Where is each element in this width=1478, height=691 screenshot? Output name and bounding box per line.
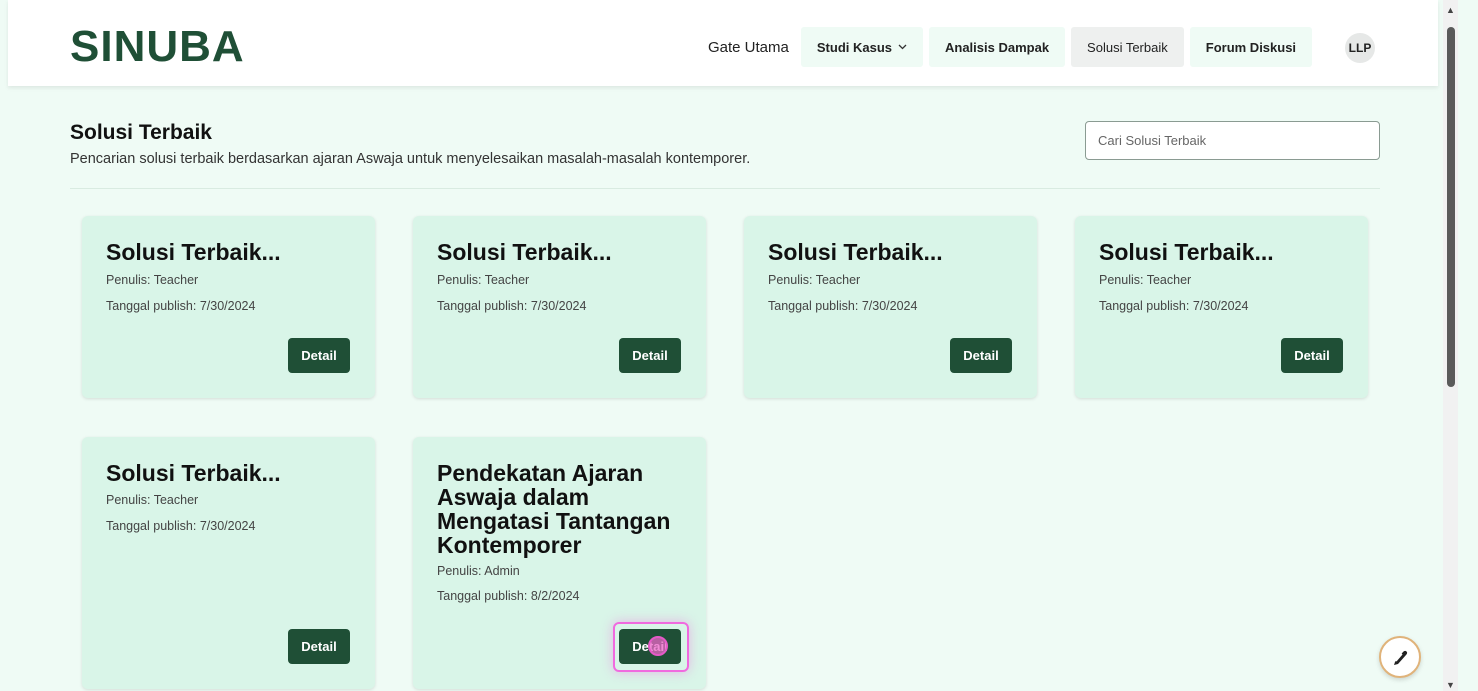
detail-button[interactable]: Detail xyxy=(288,629,350,664)
card-title[interactable]: Solusi Terbaik... xyxy=(106,461,356,486)
card-author: Penulis: Teacher xyxy=(768,273,861,287)
card-author: Penulis: Admin xyxy=(437,564,520,578)
scroll-up-arrow-icon[interactable]: ▲ xyxy=(1444,4,1457,16)
card-date: Tanggal publish: 7/30/2024 xyxy=(437,299,587,313)
card-author: Penulis: Teacher xyxy=(106,493,199,507)
detail-button[interactable]: Detail xyxy=(1281,338,1343,373)
card-title[interactable]: Solusi Terbaik... xyxy=(437,240,687,265)
top-navbar: SINUBA Gate Utama Studi Kasus Analisis D… xyxy=(8,0,1438,86)
card-title[interactable]: Solusi Terbaik... xyxy=(1099,240,1349,265)
header-divider xyxy=(70,188,1380,189)
solution-card: Solusi Terbaik... Penulis: Teacher Tangg… xyxy=(82,437,375,689)
main-nav: Gate Utama Studi Kasus Analisis Dampak S… xyxy=(708,27,1313,67)
search-input[interactable] xyxy=(1085,121,1380,160)
scrollbar-thumb[interactable] xyxy=(1447,27,1455,387)
pen-icon xyxy=(1394,650,1408,665)
page-subtitle: Pencarian solusi terbaik berdasarkan aja… xyxy=(70,151,751,167)
floating-action-button[interactable] xyxy=(1379,636,1421,678)
page-title: Solusi Terbaik xyxy=(70,121,212,144)
card-title[interactable]: Solusi Terbaik... xyxy=(768,240,1018,265)
solution-card: Solusi Terbaik... Penulis: Teacher Tangg… xyxy=(82,216,375,398)
nav-gate-utama[interactable]: Gate Utama xyxy=(708,39,789,56)
card-date: Tanggal publish: 8/2/2024 xyxy=(437,589,580,603)
nav-forum-diskusi[interactable]: Forum Diskusi xyxy=(1189,27,1313,67)
site-logo[interactable]: SINUBA xyxy=(70,22,245,72)
detail-button[interactable]: Detail xyxy=(619,338,681,373)
card-author: Penulis: Teacher xyxy=(437,273,530,287)
card-author: Penulis: Teacher xyxy=(106,273,199,287)
card-title[interactable]: Solusi Terbaik... xyxy=(106,240,356,265)
solution-card: Solusi Terbaik... Penulis: Teacher Tangg… xyxy=(413,216,706,398)
detail-button[interactable]: Detail xyxy=(950,338,1012,373)
card-date: Tanggal publish: 7/30/2024 xyxy=(1099,299,1249,313)
click-indicator xyxy=(648,636,668,656)
card-title[interactable]: Pendekatan Ajaran Aswaja dalam Mengatasi… xyxy=(437,461,699,557)
nav-solusi-terbaik[interactable]: Solusi Terbaik xyxy=(1071,27,1184,67)
nav-studi-kasus-label: Studi Kasus xyxy=(816,39,892,55)
solution-card: Solusi Terbaik... Penulis: Teacher Tangg… xyxy=(744,216,1037,398)
nav-analisis-dampak[interactable]: Analisis Dampak xyxy=(929,27,1066,67)
scroll-down-arrow-icon[interactable]: ▼ xyxy=(1444,679,1457,691)
card-date: Tanggal publish: 7/30/2024 xyxy=(106,519,256,533)
card-date: Tanggal publish: 7/30/2024 xyxy=(106,299,256,313)
card-date: Tanggal publish: 7/30/2024 xyxy=(768,299,918,313)
user-avatar[interactable]: LLP xyxy=(1345,33,1375,63)
chevron-down-icon xyxy=(898,44,907,50)
nav-studi-kasus[interactable]: Studi Kasus xyxy=(800,27,923,67)
solution-card: Solusi Terbaik... Penulis: Teacher Tangg… xyxy=(1075,216,1368,398)
card-author: Penulis: Teacher xyxy=(1099,273,1192,287)
detail-button[interactable]: Detail xyxy=(288,338,350,373)
